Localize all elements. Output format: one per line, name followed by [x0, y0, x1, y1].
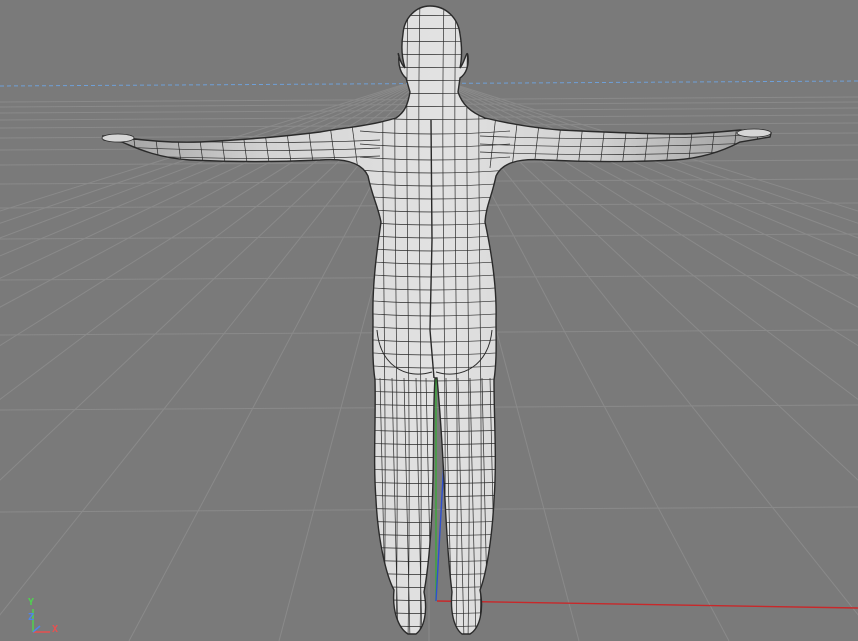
axis-gizmo [32, 609, 50, 633]
wire-ring [359, 624, 511, 627]
character-body-silhouette [102, 5, 772, 635]
grid-line-radial [450, 83, 858, 224]
wire-arm-ring [753, 114, 761, 169]
grid-line-radial [0, 83, 406, 212]
wire-ring [359, 611, 511, 614]
gizmo-x-label: X [52, 624, 59, 635]
world-x-axis-line [436, 600, 858, 609]
world-z-axis-line [435, 459, 445, 602]
grid-line-radial [446, 83, 858, 257]
wire-ring [359, 572, 511, 575]
grid-line-radial [444, 83, 858, 279]
grid-line-radial [0, 83, 412, 257]
grid-line-radial [448, 83, 858, 239]
grid-line-radial [0, 83, 408, 224]
wire-arm-ring [109, 124, 117, 171]
wire-ring [359, 598, 511, 601]
grid-line-radial [0, 83, 410, 239]
wire-ring [359, 585, 511, 588]
viewport-scene [0, 5, 858, 641]
left-hand [101, 133, 135, 143]
gizmo-z-axis [32, 625, 41, 633]
right-hand [736, 128, 772, 138]
grid-line-radial [0, 83, 414, 279]
grid-line-radial [452, 83, 858, 212]
grid-line-radial [0, 83, 418, 347]
gizmo-y-label: Y [28, 597, 35, 608]
3d-viewport[interactable]: Y Z X [0, 0, 858, 641]
gizmo-z-label: Z [28, 612, 35, 623]
